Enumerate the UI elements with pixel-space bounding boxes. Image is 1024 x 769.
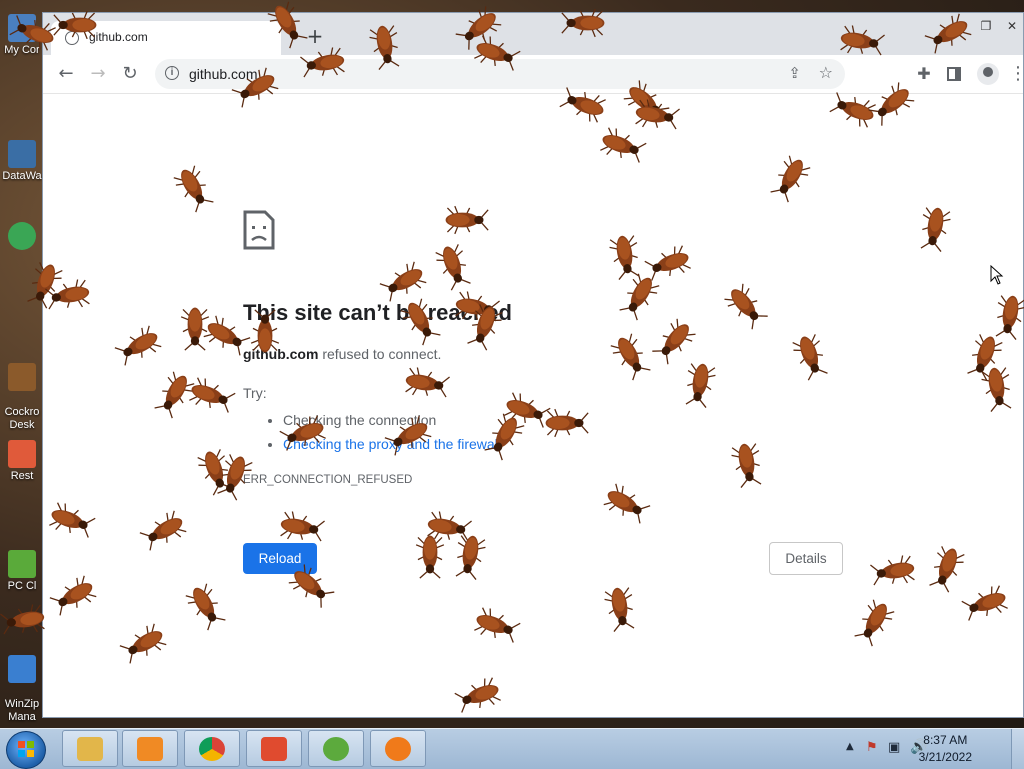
desktop-icon-label: Rest [10,470,34,482]
reload-button[interactable]: Reload [243,543,317,574]
try-label: Try: [243,385,267,401]
taskbar-app-shield[interactable] [308,730,364,767]
suggestion-text: Checking the connection [283,412,437,428]
menu-kebab-icon[interactable]: ⋮ [1005,61,1024,87]
chrome-icon [8,222,36,250]
close-button[interactable]: ✕ [999,13,1024,41]
taskbar: ▲ ⚑ ▣ 🔊 8:37 AM 3/21/2022 [0,728,1024,769]
desktop-icon-my-computer[interactable]: My Cor [0,14,44,57]
forward-button[interactable]: → [85,61,111,87]
address-bar-url: github.com [189,66,258,82]
shield-icon [323,737,349,761]
minimize-button[interactable]: – [947,13,973,41]
desktop-icon-pc-cleaner[interactable]: PC Cl [0,550,44,593]
media-player-icon [137,737,163,761]
network-icon[interactable]: ▣ [888,740,900,755]
suggestions-list: Checking the connection Checking the pro… [243,408,501,456]
sad-page-icon [243,210,275,250]
toolbar: ← → ↻ i github.com ⇪ ☆ ✚ ⋮ [43,55,1024,94]
info-icon[interactable]: i [165,66,179,80]
new-tab-button[interactable]: + [305,26,325,47]
side-panel-icon[interactable] [941,61,967,87]
app-shortcut-icon [8,550,36,578]
windows-logo-icon [18,741,34,757]
browser-window: github.com + – ❐ ✕ ← → ↻ i github.com ⇪ … [42,12,1024,718]
system-tray: ▲ ⚑ ▣ 🔊 8:37 AM 3/21/2022 [844,729,1024,769]
action-center-flag-icon[interactable]: ⚑ [866,740,878,755]
details-button[interactable]: Details [769,542,843,575]
extensions-icon[interactable]: ✚ [911,61,937,87]
clock[interactable]: 8:37 AM 3/21/2022 [919,732,972,766]
tab-strip: github.com + – ❐ ✕ [43,13,1023,55]
taskbar-chrome[interactable] [184,730,240,767]
app-shortcut-icon [8,140,36,168]
error-description: github.com refused to connect. [243,346,441,362]
star-icon[interactable]: ☆ [819,63,833,82]
clock-date: 3/21/2022 [918,750,972,764]
computer-icon [8,14,36,42]
desktop-icon-label: Cockro Desk [4,406,40,431]
mouse-cursor-icon [990,265,1004,285]
desktop-icon-rest[interactable]: Rest [0,440,44,483]
chrome-icon [199,737,225,761]
address-bar[interactable]: i github.com ⇪ ☆ [155,59,845,89]
share-icon[interactable]: ⇪ [788,64,801,82]
desktop-icon-label: My Cor [4,44,40,56]
avast-icon [385,737,411,761]
taskbar-app-red[interactable] [246,730,302,767]
desktop-icon-cockroach[interactable]: Cockro Desk [0,350,44,432]
start-button[interactable] [6,731,46,769]
error-code: ERR_CONNECTION_REFUSED [243,474,413,486]
taskbar-media-player[interactable] [122,730,178,767]
app-shortcut-icon [8,363,36,391]
error-title: This site can’t be reached [243,300,512,325]
winzip-icon [8,655,36,683]
show-desktop-button[interactable] [1011,729,1024,769]
maximize-button[interactable]: ❐ [973,13,999,41]
clock-time: 8:37 AM [923,733,968,747]
desktop-icon-label: WinZip Mana [4,698,40,723]
folder-icon [77,737,103,761]
desktop-icon-label: PC Cl [7,580,37,592]
back-button[interactable]: ← [53,61,79,87]
error-host: github.com [243,346,319,362]
error-desc-text: refused to connect. [318,346,442,362]
taskbar-file-explorer[interactable] [62,730,118,767]
error-page: This site can’t be reached github.com re… [43,94,1023,718]
app-icon [261,737,287,761]
desktop-icon-winzip[interactable]: WinZip Mana [0,642,44,724]
profile-avatar[interactable] [977,63,999,85]
app-shortcut-icon [8,440,36,468]
suggestion-item: Checking the connection [283,408,501,432]
desktop-icon-chrome[interactable] [0,222,44,252]
taskbar-avast[interactable] [370,730,426,767]
proxy-firewall-link[interactable]: Checking the proxy and the firewall [283,436,501,452]
tray-expand-icon[interactable]: ▲ [846,741,854,752]
tab-title: github.com [89,30,148,44]
reload-icon-button[interactable]: ↻ [117,61,143,87]
tab-github[interactable]: github.com [51,21,281,55]
globe-icon [65,31,79,45]
desktop-icon-label: DataWa [2,170,42,182]
suggestion-item: Checking the proxy and the firewall [283,432,501,456]
desktop-icon-datawa[interactable]: DataWa [0,140,44,183]
